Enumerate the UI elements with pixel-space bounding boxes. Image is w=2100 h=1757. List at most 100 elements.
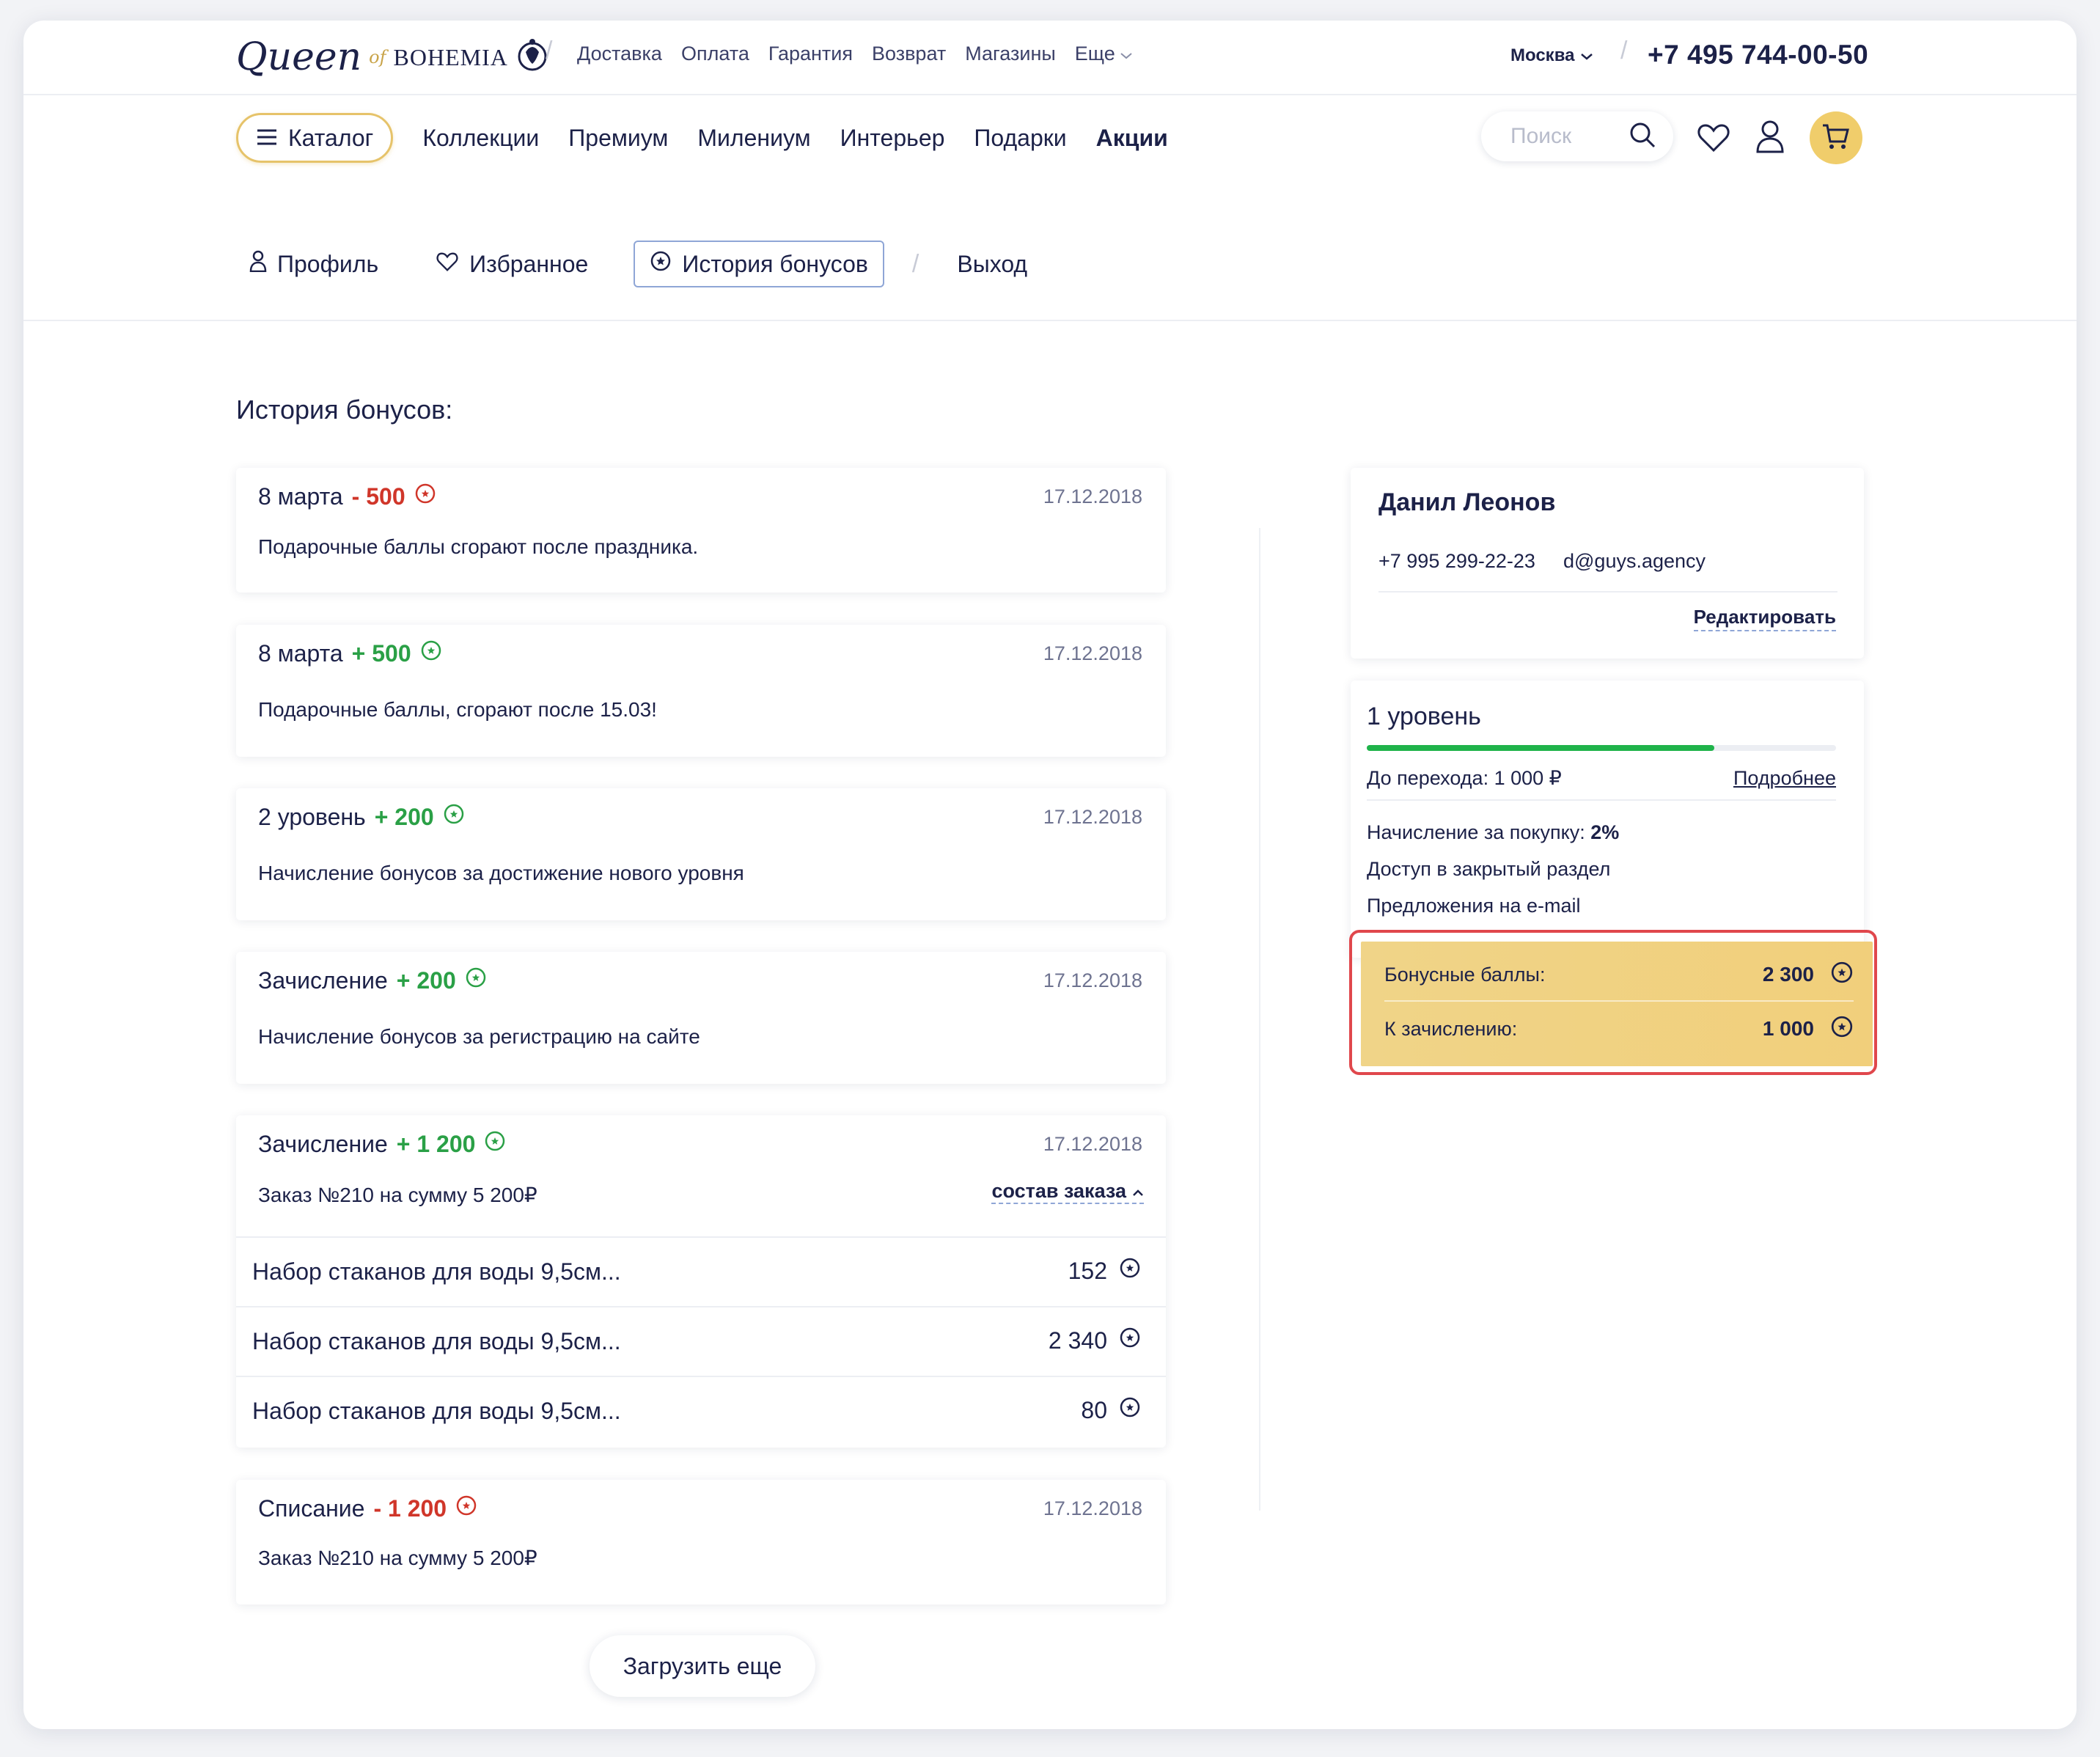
history-item-date: 17.12.2018 — [1043, 485, 1142, 507]
bonus-star-icon — [1119, 1327, 1141, 1354]
tab-favorites[interactable]: Избранное — [436, 241, 588, 287]
city-selector[interactable]: Москва — [1510, 45, 1593, 66]
bonus-pending-value-wrap: 1 000 — [1763, 1015, 1854, 1043]
history-item-head: Зачисление + 1 200 — [258, 1130, 506, 1158]
app-window: Queen of BOHEMIA / Доставка Оплата Гаран… — [23, 21, 2077, 1729]
bonus-pending-label: К зачислению: — [1384, 1017, 1518, 1040]
search-box — [1481, 111, 1673, 161]
crest-icon — [515, 36, 549, 79]
order-line-value: 152 — [1068, 1257, 1141, 1285]
history-item-title: Списание — [258, 1494, 365, 1522]
city-label: Москва — [1510, 45, 1575, 65]
bonus-points-value-wrap: 2 300 — [1763, 961, 1854, 989]
heart-icon[interactable] — [1695, 122, 1732, 154]
history-item: Списание - 1 200 17.12.2018 Заказ №210 н… — [236, 1480, 1166, 1604]
profile-card: Данил Леонов +7 995 299-22-23 d@guys.age… — [1351, 468, 1864, 659]
bonus-star-icon — [455, 1494, 477, 1522]
bonus-star-icon — [420, 639, 442, 667]
nav-collections[interactable]: Коллекции — [422, 125, 539, 152]
search-icon[interactable] — [1628, 120, 1657, 153]
bonus-points-label: Бонусные баллы: — [1384, 963, 1546, 986]
edit-profile-link[interactable]: Редактировать — [1693, 606, 1836, 631]
history-item-head: 8 марта + 500 — [258, 639, 442, 667]
bonus-pending-value: 1 000 — [1762, 1017, 1814, 1040]
top-link-warranty[interactable]: Гарантия — [768, 43, 853, 65]
history-item: Зачисление + 200 17.12.2018 Начисление б… — [236, 952, 1166, 1084]
main-nav: Каталог Коллекции Премиум Милениум Интер… — [236, 111, 1168, 164]
profile-email: d@guys.agency — [1563, 550, 1706, 572]
history-item-title: 2 уровень — [258, 803, 366, 830]
history-item-date: 17.12.2018 — [1043, 1133, 1142, 1155]
history-item-head: 2 уровень + 200 — [258, 803, 465, 831]
history-item-head: Списание - 1 200 — [258, 1494, 477, 1522]
bonus-points-row: Бонусные баллы: 2 300 — [1384, 949, 1854, 1002]
order-line-points: 152 — [1068, 1257, 1107, 1284]
chevron-up-icon — [1132, 1180, 1144, 1203]
bonus-star-icon — [650, 250, 672, 278]
level-title: 1 уровень — [1367, 703, 1481, 730]
history-item-title: 8 марта — [258, 483, 343, 510]
search-input[interactable] — [1509, 123, 1622, 150]
top-link-payment[interactable]: Оплата — [681, 43, 749, 65]
separator: / — [1620, 37, 1628, 65]
history-item-amount: + 200 — [396, 966, 456, 994]
history-item-head: 8 марта - 500 — [258, 483, 436, 510]
history-item-date: 17.12.2018 — [1043, 1497, 1142, 1519]
top-link-more-label: Еще — [1074, 43, 1115, 65]
divider — [1367, 799, 1836, 801]
logo[interactable]: Queen of BOHEMIA — [236, 35, 549, 79]
tab-profile-label: Профиль — [277, 250, 379, 277]
top-link-delivery[interactable]: Доставка — [577, 43, 662, 65]
tab-bonus-history[interactable]: История бонусов — [634, 241, 884, 287]
tab-logout[interactable]: Выход — [957, 241, 1027, 287]
tab-profile[interactable]: Профиль — [249, 241, 378, 287]
nav-promotions[interactable]: Акции — [1096, 125, 1168, 152]
order-contents-label: состав заказа — [991, 1180, 1126, 1202]
tab-bonus-history-label: История бонусов — [682, 250, 868, 277]
catalog-button[interactable]: Каталог — [236, 113, 394, 163]
logo-queen: Queen — [236, 35, 362, 79]
profile-name: Данил Леонов — [1378, 488, 1556, 516]
history-item-desc: Подарочные баллы, сгорают после 15.03! — [258, 698, 657, 721]
bonus-star-icon — [1119, 1396, 1141, 1424]
top-links: Доставка Оплата Гарантия Возврат Магазин… — [577, 43, 1133, 65]
history-item-date: 17.12.2018 — [1043, 642, 1142, 664]
order-contents-toggle[interactable]: состав заказа — [991, 1180, 1144, 1204]
level-more-link[interactable]: Подробнее — [1733, 767, 1836, 790]
order-line-value: 2 340 — [1049, 1327, 1141, 1354]
order-line-value: 80 — [1081, 1396, 1141, 1424]
nav-interior[interactable]: Интерьер — [840, 125, 945, 152]
order-line: Набор стаканов для воды 9,5см... 2 340 — [236, 1306, 1166, 1376]
chevron-down-icon — [1120, 43, 1133, 65]
user-icon[interactable] — [1754, 119, 1786, 154]
nav-premium[interactable]: Премиум — [568, 125, 668, 152]
nav-millennium[interactable]: Милениум — [697, 125, 810, 152]
bonus-star-icon — [465, 966, 487, 994]
phone-number[interactable]: +7 495 744-00-50 — [1648, 40, 1868, 70]
history-item-desc: Начисление бонусов за достижение нового … — [258, 862, 744, 884]
history-item: 8 марта + 500 17.12.2018 Подарочные балл… — [236, 625, 1166, 757]
order-line: Набор стаканов для воды 9,5см... 80 — [236, 1376, 1166, 1446]
history-item-date: 17.12.2018 — [1043, 969, 1142, 991]
history-item-title: Зачисление — [258, 966, 388, 994]
order-line-name: Набор стаканов для воды 9,5см... — [252, 1258, 621, 1285]
bonus-points-value: 2 300 — [1762, 963, 1814, 986]
load-more-button[interactable]: Загрузить еще — [590, 1635, 815, 1697]
history-item-date: 17.12.2018 — [1043, 806, 1142, 828]
column-divider — [1259, 528, 1260, 1511]
top-link-returns[interactable]: Возврат — [872, 43, 946, 65]
bonus-star-icon — [1119, 1257, 1141, 1285]
order-line-points: 2 340 — [1048, 1327, 1107, 1354]
level-progress-track — [1367, 745, 1836, 751]
nav-gifts[interactable]: Подарки — [974, 125, 1066, 152]
cart-button[interactable] — [1810, 111, 1862, 164]
account-tabs: Профиль Избранное История бонусов / Выхо… — [236, 241, 1027, 287]
top-link-more[interactable]: Еще — [1075, 43, 1133, 65]
level-card: 1 уровень До перехода: 1 000 ₽ Подробнее… — [1351, 681, 1864, 958]
history-item: 8 марта - 500 17.12.2018 Подарочные балл… — [236, 468, 1166, 593]
separator: / — [546, 37, 553, 65]
top-link-stores[interactable]: Магазины — [965, 43, 1056, 65]
order-line-points: 80 — [1081, 1396, 1107, 1423]
divider — [1378, 591, 1838, 593]
menu-icon — [256, 125, 278, 152]
